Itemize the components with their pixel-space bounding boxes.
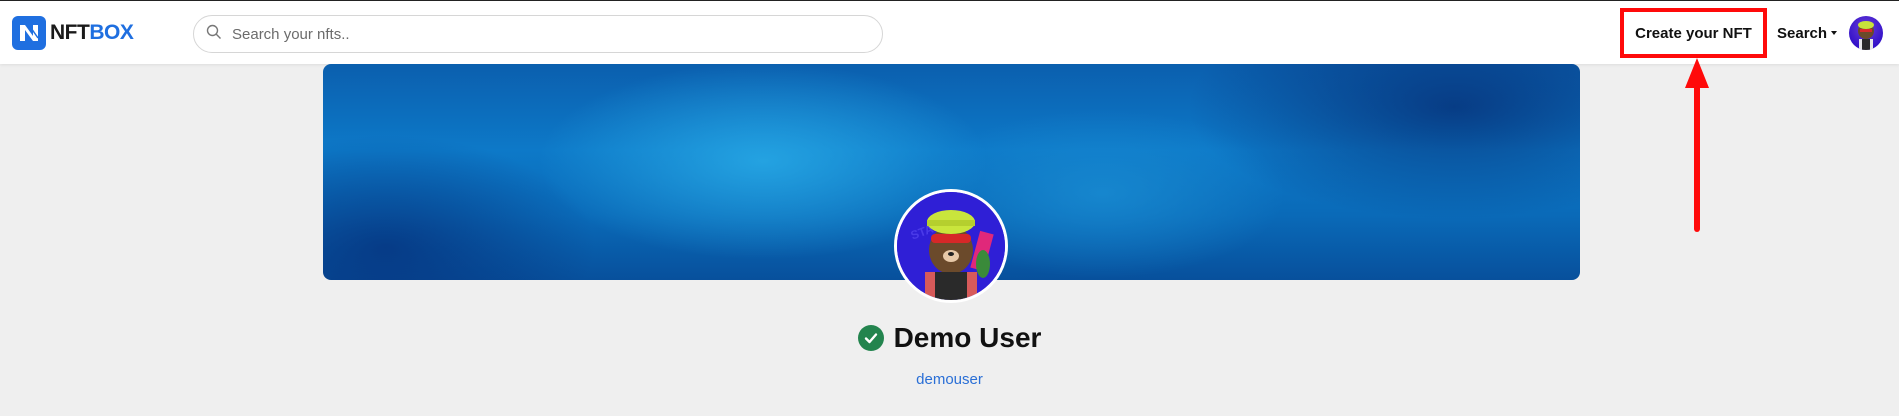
- logo-text-part2: BOX: [89, 21, 134, 44]
- caret-down-icon: [1831, 31, 1838, 35]
- search-dropdown-label: Search: [1777, 24, 1828, 42]
- logo[interactable]: NFTBOX: [12, 16, 134, 50]
- annotation-arrow-icon: [1685, 58, 1709, 232]
- search-dropdown[interactable]: Search: [1777, 23, 1838, 43]
- search-bar: [193, 15, 883, 53]
- search-icon: [206, 24, 222, 45]
- search-input[interactable]: [232, 25, 852, 43]
- create-nft-button[interactable]: Create your NFT: [1620, 8, 1767, 58]
- user-avatar[interactable]: [1849, 16, 1883, 50]
- profile-avatar: STA: [894, 189, 1008, 303]
- logo-text: NFTBOX: [50, 21, 134, 45]
- logo-mark-icon: [12, 16, 46, 50]
- logo-text-part1: NFT: [50, 21, 90, 44]
- profile-name: Demo User: [893, 322, 1042, 353]
- top-navbar: NFTBOX Create your NFT Search: [0, 0, 1899, 64]
- profile-username[interactable]: demouser: [0, 371, 1899, 388]
- profile-name-row: Demo User: [0, 322, 1899, 354]
- verified-check-icon: [857, 325, 884, 351]
